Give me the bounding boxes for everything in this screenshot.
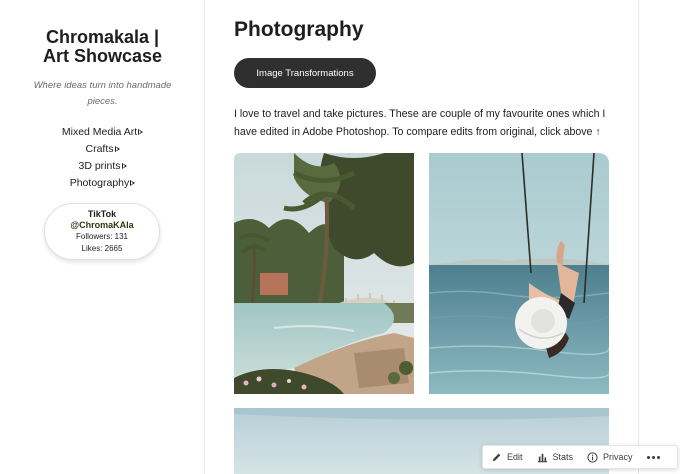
nav-item-photography[interactable]: Photography [0,174,205,191]
tagline: Where ideas turn into handmade pieces. [33,80,172,107]
caret-right-icon[interactable] [114,145,120,152]
sea-swing-image [429,153,609,394]
info-icon [587,451,598,463]
tiktok-followers: Followers: 131 [75,232,129,241]
edit-label[interactable]: Edit [507,452,523,462]
caret-right-icon[interactable] [121,162,127,169]
tiktok-likes: Likes: 2665 [81,244,123,253]
site-title-line1[interactable]: Chromakala | [0,28,205,47]
caret-right-icon[interactable] [138,128,144,135]
image-transformations-button[interactable]: Image Transformations [234,58,376,88]
edit-button[interactable]: Edit [491,452,523,463]
nav-item-label[interactable]: Mixed Media Art [62,126,137,138]
content-divider [638,0,639,474]
sidebar-nav: Mixed Media Art Crafts 3D prints Photogr… [0,123,205,191]
sea-swing-photo[interactable] [429,153,609,394]
stats-label[interactable]: Stats [553,452,574,462]
page-title: Photography [234,18,364,41]
tiktok-title: TikTok [87,209,117,219]
stats-button[interactable]: Stats [537,452,574,463]
admin-toolbar: Edit Stats Privacy [482,445,678,469]
site-title-line2[interactable]: Art Showcase [0,47,205,66]
privacy-label[interactable]: Privacy [603,452,633,462]
nav-item-label[interactable]: Crafts [85,143,113,155]
dot [646,455,650,459]
pool-resort-photo[interactable] [234,153,414,394]
caret-right-icon[interactable] [130,179,136,186]
dot [651,455,655,459]
intro-paragraph: I love to travel and take pictures. Thes… [234,108,606,138]
tiktok-widget[interactable]: TikTok @ChromaKAla Followers: 131 Likes:… [44,203,160,260]
nav-item-label[interactable]: 3D prints [78,160,120,172]
nav-item-crafts[interactable]: Crafts [0,140,205,157]
dot [656,455,660,459]
nav-item-3d-prints[interactable]: 3D prints [0,157,205,174]
sidebar: Chromakala | Art Showcase Where ideas tu… [0,0,205,474]
tiktok-handle[interactable]: @ChromaKAla [45,220,159,231]
pool-resort-image [234,153,414,394]
nav-item-label[interactable]: Photography [70,177,130,189]
pencil-icon [492,453,501,461]
privacy-button[interactable]: Privacy [587,451,633,463]
nav-item-mixed-media-art[interactable]: Mixed Media Art [0,123,205,140]
more-icon[interactable] [646,455,660,459]
bar-chart-icon [537,453,547,462]
site-title[interactable]: Chromakala | Art Showcase [0,28,205,66]
